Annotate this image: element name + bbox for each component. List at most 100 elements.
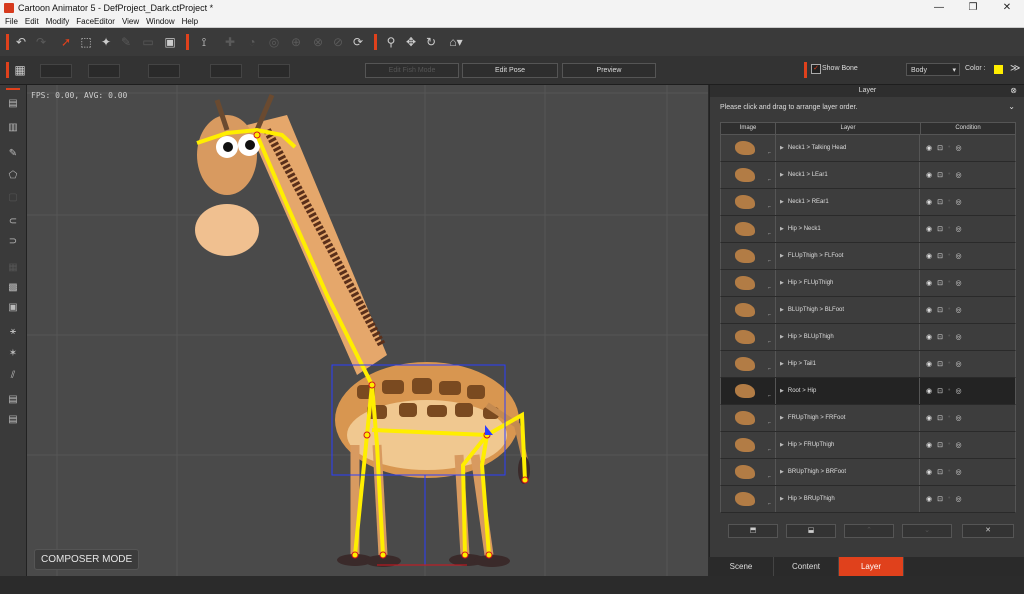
tool-icon[interactable]: ⊕ (288, 34, 304, 50)
preview-eye-icon[interactable]: ◎ (955, 279, 961, 287)
menu-edit[interactable]: Edit (25, 17, 39, 26)
visibility-eye-icon[interactable]: ◉ (926, 144, 932, 152)
stage-viewport[interactable]: FPS: 0.00, AVG: 0.00 COMPOSER MODE (27, 85, 708, 576)
flag-icon[interactable]: • (948, 414, 950, 422)
lock-icon[interactable]: ⊡ (937, 279, 943, 287)
lock-icon[interactable]: ⊡ (937, 225, 943, 233)
bone-tool-icon[interactable]: ⟟ (196, 34, 212, 50)
visibility-eye-icon[interactable]: ◉ (926, 360, 932, 368)
value-field[interactable] (210, 64, 242, 78)
visibility-eye-icon[interactable]: ◉ (926, 279, 932, 287)
edit-mode-button[interactable]: Edit Fish Mode (365, 63, 459, 78)
layer-row[interactable]: ⌐ ▶ Neck1 > LEar1 ◉ ⊡ • ◎ (720, 162, 1016, 189)
bone-icon[interactable]: ⚹ (6, 325, 20, 339)
collapse-icon[interactable]: ⌄ (1008, 102, 1015, 111)
flag-icon[interactable]: • (948, 225, 950, 233)
value-field[interactable] (258, 64, 290, 78)
lock-icon[interactable]: ⊡ (937, 333, 943, 341)
visibility-eye-icon[interactable]: ◉ (926, 306, 932, 314)
tool-icon[interactable]: ▤ (6, 393, 20, 407)
expand-icon[interactable]: ≫ (1010, 63, 1020, 74)
delete-button[interactable]: ✕ (962, 524, 1014, 538)
tool-icon[interactable]: ⊘ (330, 34, 346, 50)
visibility-eye-icon[interactable]: ◉ (926, 495, 932, 503)
visibility-eye-icon[interactable]: ◉ (926, 387, 932, 395)
tool-icon[interactable]: ◔ (244, 34, 260, 50)
show-bone-checkbox[interactable]: ✓ (811, 64, 821, 74)
flag-icon[interactable]: • (948, 279, 950, 287)
lock-icon[interactable]: ⊡ (937, 306, 943, 314)
expand-triangle-icon[interactable]: ▶ (780, 469, 784, 475)
layer-icon[interactable]: ▤ (6, 97, 20, 111)
expand-triangle-icon[interactable]: ▶ (780, 307, 784, 313)
expand-triangle-icon[interactable]: ▶ (780, 334, 784, 340)
flag-icon[interactable]: • (948, 144, 950, 152)
sprite-icon[interactable]: ▥ (6, 121, 20, 135)
lock-icon[interactable]: ⊡ (937, 387, 943, 395)
flag-icon[interactable]: • (948, 333, 950, 341)
minimize-button[interactable]: — (922, 0, 956, 15)
lock-icon[interactable]: ⊡ (937, 171, 943, 179)
preview-button[interactable]: Preview (562, 63, 656, 78)
undo-icon[interactable]: ↶ (13, 34, 29, 50)
tool-icon[interactable]: ✚ (222, 34, 238, 50)
bone-color-swatch[interactable] (994, 65, 1003, 74)
visibility-eye-icon[interactable]: ◉ (926, 333, 932, 341)
preview-eye-icon[interactable]: ◎ (955, 333, 961, 341)
lock-icon[interactable]: ⊡ (937, 360, 943, 368)
redo-icon[interactable]: ↷ (33, 34, 49, 50)
expand-triangle-icon[interactable]: ▶ (780, 253, 784, 259)
preview-eye-icon[interactable]: ◎ (955, 144, 961, 152)
tool-icon[interactable]: ⊂ (6, 215, 20, 229)
maximize-button[interactable]: ❐ (956, 0, 990, 15)
menu-view[interactable]: View (122, 17, 139, 26)
layer-row[interactable]: ⌐ ▶ Root > Hip ◉ ⊡ • ◎ (720, 378, 1016, 405)
deform-icon[interactable]: ⬠ (6, 169, 20, 183)
layer-row[interactable]: ⌐ ▶ Hip > BLUpThigh ◉ ⊡ • ◎ (720, 324, 1016, 351)
tab-content[interactable]: Content (774, 557, 839, 576)
tool-icon[interactable]: ▢ (6, 191, 20, 205)
lock-icon[interactable]: ⊡ (937, 495, 943, 503)
visibility-eye-icon[interactable]: ◉ (926, 441, 932, 449)
pin-icon[interactable]: ⚲ (383, 34, 399, 50)
visibility-eye-icon[interactable]: ◉ (926, 252, 932, 260)
move-icon[interactable]: ✥ (403, 34, 419, 50)
menu-window[interactable]: Window (146, 17, 174, 26)
menu-help[interactable]: Help (182, 17, 198, 26)
layer-row[interactable]: ⌐ ▶ Hip > Neck1 ◉ ⊡ • ◎ (720, 216, 1016, 243)
layer-row[interactable]: ⌐ ▶ Hip > Tail1 ◉ ⊡ • ◎ (720, 351, 1016, 378)
tool-icon[interactable]: ◎ (266, 34, 282, 50)
preview-eye-icon[interactable]: ◎ (955, 360, 961, 368)
expand-triangle-icon[interactable]: ▶ (780, 388, 784, 394)
lock-icon[interactable]: ⊡ (937, 198, 943, 206)
brush-icon[interactable]: ✎ (6, 147, 20, 161)
body-select[interactable]: Body ▾ (906, 63, 960, 76)
home-dropdown-icon[interactable]: ⌂▾ (445, 34, 467, 50)
layer-row[interactable]: ⌐ ▶ BLUpThigh > BLFoot ◉ ⊡ • ◎ (720, 297, 1016, 324)
tool-icon[interactable]: ▦ (6, 261, 20, 275)
menu-modify[interactable]: Modify (46, 17, 70, 26)
flag-icon[interactable]: • (948, 198, 950, 206)
lock-icon[interactable]: ⊡ (937, 252, 943, 260)
move-up-icon[interactable]: ⌃ (844, 524, 894, 538)
expand-triangle-icon[interactable]: ▶ (780, 226, 784, 232)
flag-icon[interactable]: • (948, 495, 950, 503)
flag-icon[interactable]: • (948, 171, 950, 179)
rotate-icon[interactable]: ↻ (423, 34, 439, 50)
import-icon[interactable]: ⬒ (728, 524, 778, 538)
flag-icon[interactable]: • (948, 468, 950, 476)
tool-icon[interactable]: ⊃ (6, 235, 20, 249)
visibility-eye-icon[interactable]: ◉ (926, 414, 932, 422)
visibility-eye-icon[interactable]: ◉ (926, 468, 932, 476)
expand-triangle-icon[interactable]: ▶ (780, 280, 784, 286)
magic-wand-icon[interactable]: ✦ (98, 34, 114, 50)
expand-triangle-icon[interactable]: ▶ (780, 496, 784, 502)
layer-row[interactable]: ⌐ ▶ Hip > FLUpThigh ◉ ⊡ • ◎ (720, 270, 1016, 297)
menu-faceeditor[interactable]: FaceEditor (76, 17, 115, 26)
tool-icon[interactable]: ▤ (6, 413, 20, 427)
value-field[interactable] (148, 64, 180, 78)
layer-row[interactable]: ⌐ ▶ Hip > FRUpThigh ◉ ⊡ • ◎ (720, 432, 1016, 459)
preview-eye-icon[interactable]: ◎ (955, 198, 961, 206)
tool-icon[interactable]: ▩ (6, 281, 20, 295)
layer-row[interactable]: ⌐ ▶ BRUpThigh > BRFoot ◉ ⊡ • ◎ (720, 459, 1016, 486)
